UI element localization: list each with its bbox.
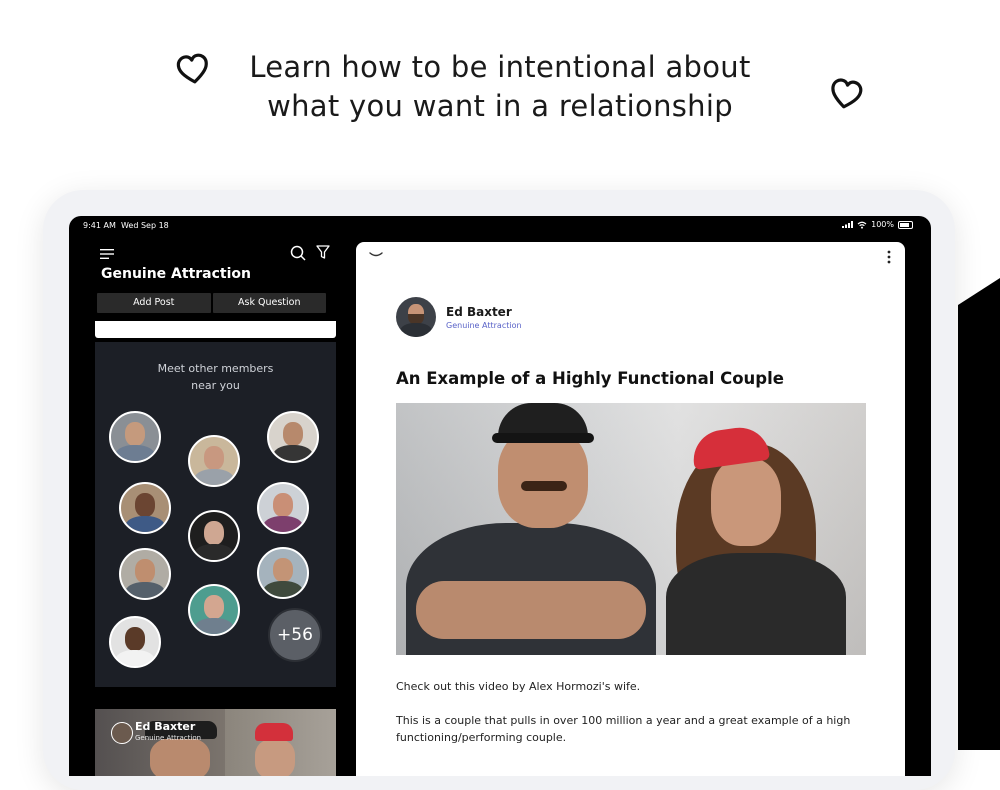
search-icon[interactable] (290, 245, 306, 261)
preview-author-name: Ed Baxter (135, 720, 196, 733)
filter-icon[interactable] (316, 245, 330, 260)
chevron-down-icon[interactable] (368, 250, 384, 260)
action-buttons: Add Post Ask Question (97, 293, 326, 313)
hamburger-menu-icon[interactable] (100, 248, 114, 260)
members-nearby-card[interactable]: Meet other members near you +56 (95, 342, 336, 687)
wifi-icon (857, 221, 867, 229)
heart-icon (831, 78, 863, 109)
post-detail-panel: Ed Baxter Genuine Attraction An Example … (356, 242, 905, 776)
cellular-signal-icon (842, 221, 854, 228)
post-image[interactable] (396, 403, 866, 655)
member-avatar[interactable] (257, 547, 309, 599)
ask-question-button[interactable]: Ask Question (212, 293, 326, 313)
post-body-paragraph: This is a couple that pulls in over 100 … (396, 714, 851, 744)
status-indicators: 100% (842, 220, 913, 229)
post-body-paragraph: Check out this video by Alex Hormozi's w… (396, 680, 641, 693)
member-avatar[interactable] (109, 616, 161, 668)
previous-card-edge (95, 321, 336, 338)
heart-icon (176, 53, 208, 84)
avatar (111, 722, 133, 744)
ipad-screen: 9:41 AM Wed Sep 18 100% Genuine Attracti… (69, 216, 931, 776)
member-avatar[interactable] (119, 482, 171, 534)
member-avatar[interactable] (188, 510, 240, 562)
battery-icon (898, 220, 913, 229)
more-members-badge[interactable]: +56 (268, 608, 322, 662)
author-group-link[interactable]: Genuine Attraction (446, 321, 522, 330)
member-avatar[interactable] (188, 584, 240, 636)
community-sidebar: Genuine Attraction Add Post Ask Question… (69, 236, 356, 776)
member-avatar[interactable] (119, 548, 171, 600)
status-time: 9:41 AM Wed Sep 18 (83, 221, 169, 230)
avatar[interactable] (396, 297, 436, 337)
author-name[interactable]: Ed Baxter (446, 305, 512, 319)
member-avatar[interactable] (267, 411, 319, 463)
battery-percent: 100% (871, 220, 894, 229)
next-post-preview[interactable]: Ed Baxter Genuine Attraction (95, 709, 336, 776)
member-avatar[interactable] (109, 411, 161, 463)
member-avatar[interactable] (257, 482, 309, 534)
status-bar: 9:41 AM Wed Sep 18 100% (69, 216, 931, 236)
community-title: Genuine Attraction (101, 266, 252, 282)
more-options-icon[interactable] (887, 250, 891, 264)
post-title: An Example of a Highly Functional Couple (396, 369, 784, 388)
preview-group-name: Genuine Attraction (135, 734, 202, 742)
member-avatar[interactable] (188, 435, 240, 487)
members-title: Meet other members near you (157, 362, 274, 392)
add-post-button[interactable]: Add Post (97, 293, 211, 313)
